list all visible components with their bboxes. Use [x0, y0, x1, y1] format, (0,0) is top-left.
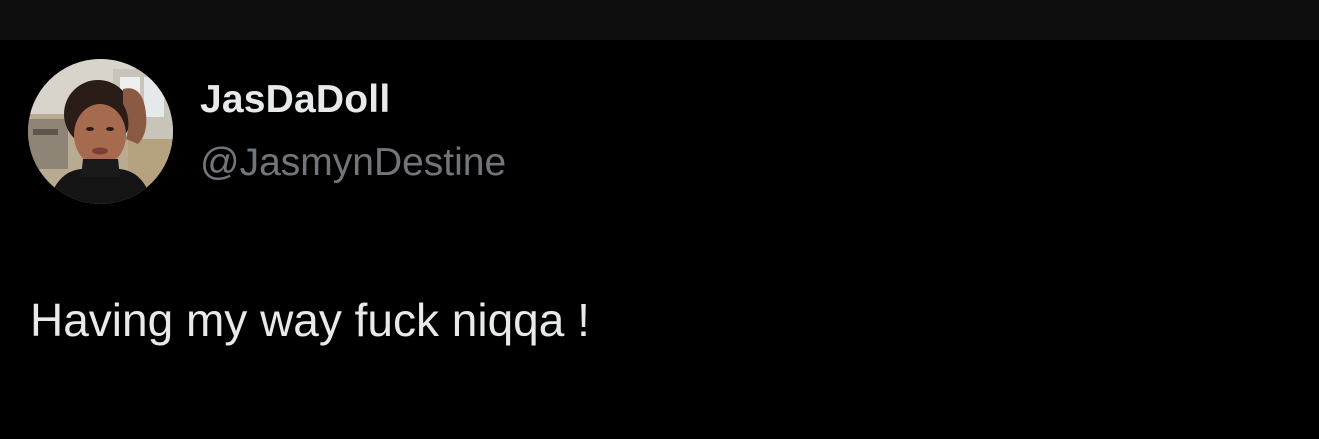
top-bar — [0, 0, 1319, 40]
tweet-card[interactable]: JasDaDoll @JasmynDestine Having my way f… — [0, 40, 1319, 439]
avatar[interactable] — [28, 59, 173, 204]
tweet-text: Having my way fuck niqqa ! — [30, 294, 590, 346]
avatar-photo-icon — [28, 59, 173, 204]
author-display-name[interactable]: JasDaDoll — [200, 78, 390, 122]
author-handle[interactable]: @JasmynDestine — [200, 141, 506, 185]
